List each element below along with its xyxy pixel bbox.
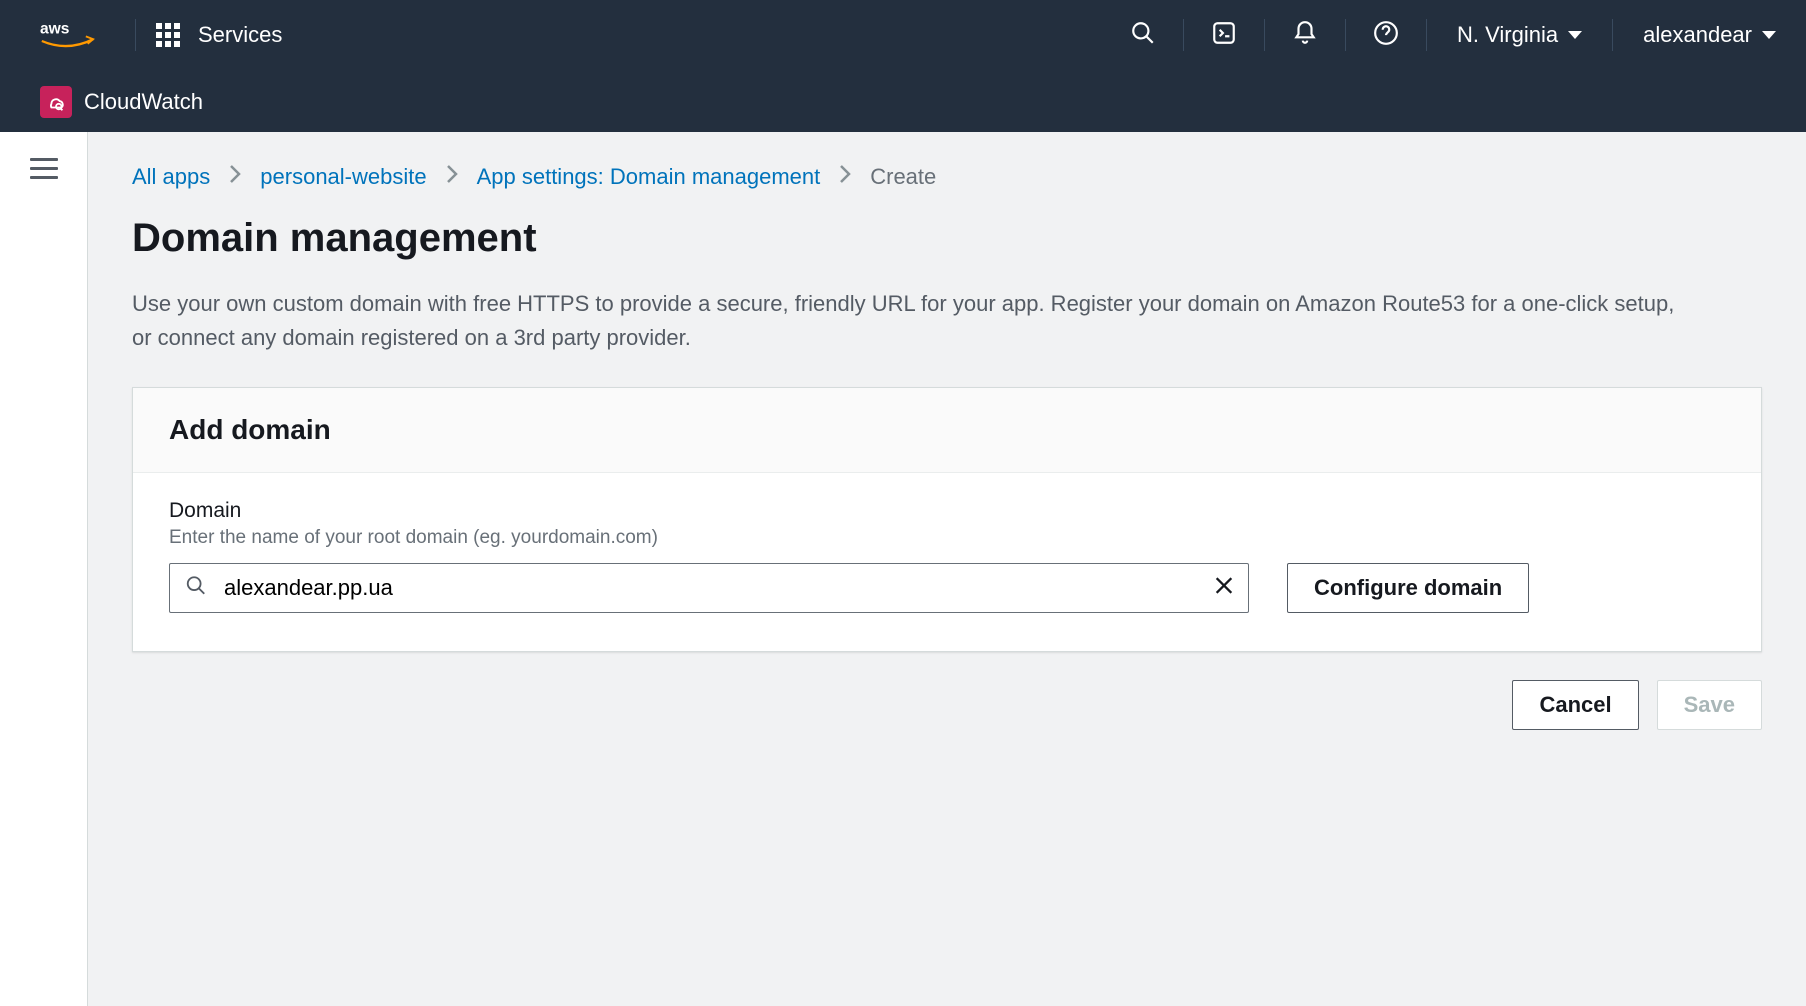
hamburger-icon <box>30 158 58 179</box>
add-domain-card: Add domain Domain Enter the name of your… <box>132 387 1762 652</box>
region-selector[interactable]: N. Virginia <box>1447 22 1592 48</box>
chevron-right-icon <box>228 164 242 190</box>
svg-text:aws: aws <box>40 20 70 37</box>
search-icon <box>185 575 207 602</box>
top-navigation: aws Services N. Virginia alexandear <box>0 0 1806 70</box>
divider <box>1426 19 1427 51</box>
chevron-down-icon <box>1568 31 1582 39</box>
close-icon <box>1213 584 1235 601</box>
main-content: All apps personal-website App settings: … <box>88 132 1806 1006</box>
breadcrumb-link-domain-management[interactable]: App settings: Domain management <box>477 164 821 190</box>
breadcrumb: All apps personal-website App settings: … <box>132 164 1762 190</box>
cloudwatch-icon <box>40 86 72 118</box>
cloudshell-button[interactable] <box>1204 15 1244 55</box>
user-label: alexandear <box>1643 22 1752 48</box>
notifications-button[interactable] <box>1285 15 1325 55</box>
services-label: Services <box>198 22 282 48</box>
help-button[interactable] <box>1366 15 1406 55</box>
breadcrumb-link-all-apps[interactable]: All apps <box>132 164 210 190</box>
card-header-title: Add domain <box>169 414 1725 446</box>
help-icon <box>1373 20 1399 51</box>
page-title: Domain management <box>132 216 1762 261</box>
divider <box>1183 19 1184 51</box>
divider <box>1264 19 1265 51</box>
search-icon <box>1130 20 1156 51</box>
user-menu[interactable]: alexandear <box>1633 22 1786 48</box>
save-button[interactable]: Save <box>1657 680 1762 730</box>
divider <box>1345 19 1346 51</box>
side-rail <box>0 132 88 1006</box>
configure-domain-button[interactable]: Configure domain <box>1287 563 1529 613</box>
service-name-label[interactable]: CloudWatch <box>84 89 203 115</box>
domain-input[interactable] <box>169 563 1249 613</box>
cloudshell-icon <box>1211 20 1237 51</box>
footer-actions: Cancel Save <box>132 680 1762 730</box>
domain-field-label: Domain <box>169 499 1725 523</box>
breadcrumb-link-app[interactable]: personal-website <box>260 164 426 190</box>
chevron-down-icon <box>1762 31 1776 39</box>
aws-logo[interactable]: aws <box>40 19 95 52</box>
region-label: N. Virginia <box>1457 22 1558 48</box>
services-button[interactable]: Services <box>156 22 282 48</box>
divider <box>135 19 136 51</box>
domain-field-help: Enter the name of your root domain (eg. … <box>169 527 1725 549</box>
clear-input-button[interactable] <box>1213 575 1235 602</box>
cancel-button[interactable]: Cancel <box>1512 680 1638 730</box>
service-navigation: CloudWatch <box>0 70 1806 132</box>
bell-icon <box>1292 20 1318 51</box>
card-header: Add domain <box>133 388 1761 473</box>
breadcrumb-current: Create <box>870 164 936 190</box>
card-body: Domain Enter the name of your root domai… <box>133 473 1761 651</box>
chevron-right-icon <box>445 164 459 190</box>
divider <box>1612 19 1613 51</box>
chevron-right-icon <box>838 164 852 190</box>
domain-input-wrap <box>169 563 1249 613</box>
side-nav-toggle[interactable] <box>30 152 58 185</box>
services-grid-icon <box>156 23 180 47</box>
search-button[interactable] <box>1123 15 1163 55</box>
page-description: Use your own custom domain with free HTT… <box>132 287 1692 355</box>
